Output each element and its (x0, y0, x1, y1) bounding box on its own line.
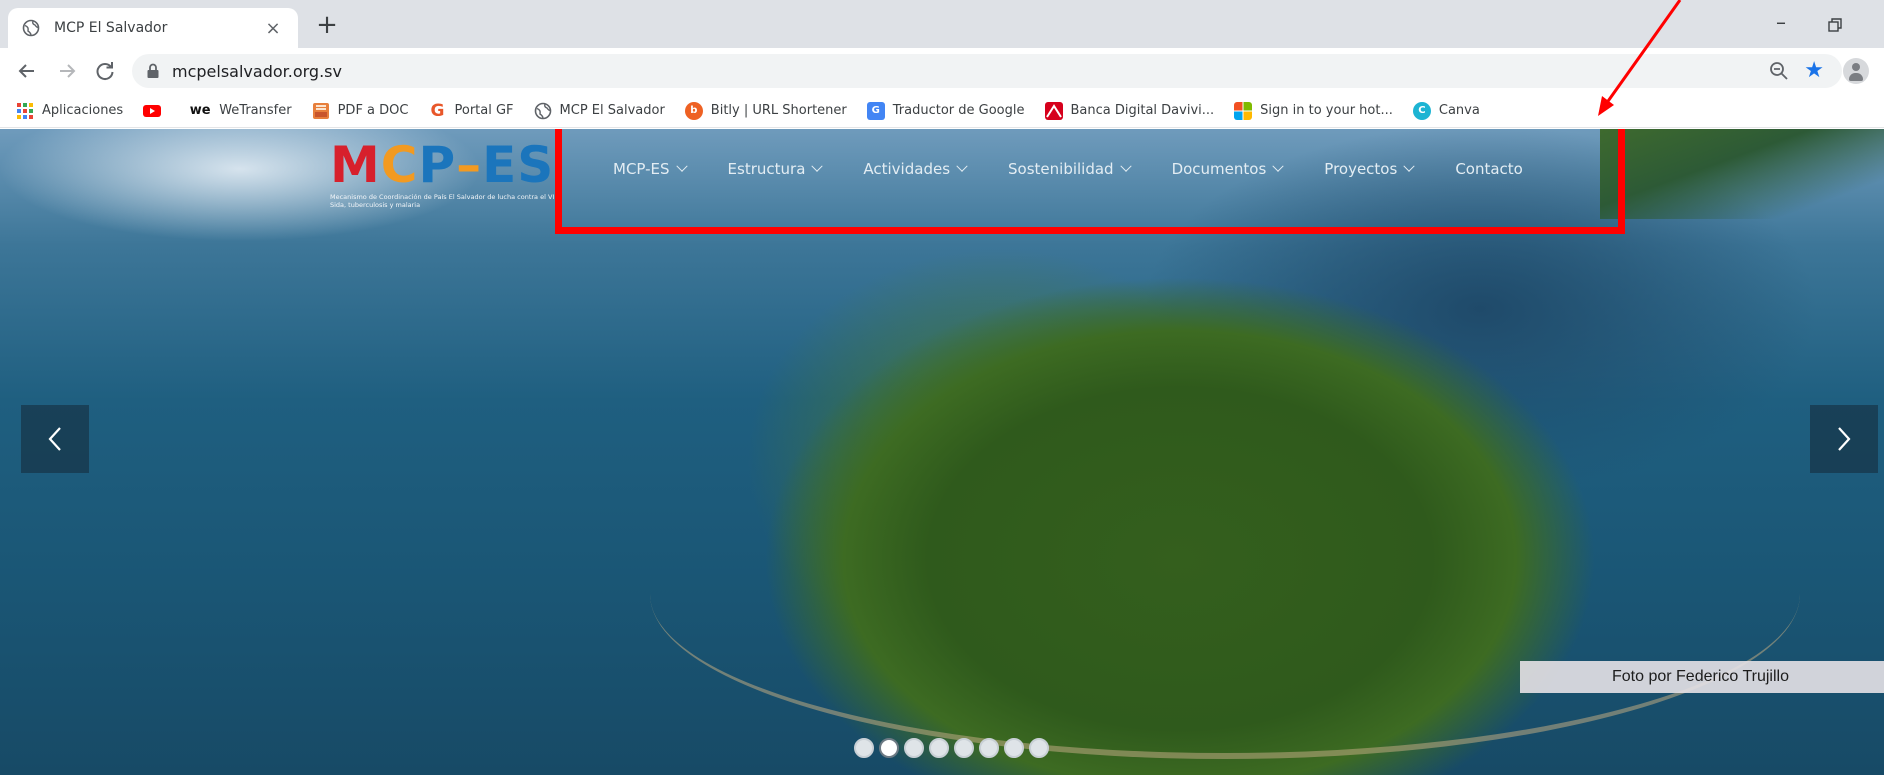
browser-tab[interactable]: MCP El Salvador × (8, 8, 298, 48)
bookmark-label: Bitly | URL Shortener (710, 103, 847, 118)
bookmark-label: Canva (1438, 103, 1480, 118)
bookmark-youtube[interactable] (143, 102, 169, 120)
bookmark-label: MCP El Salvador (559, 103, 665, 118)
davivienda-icon (1044, 101, 1063, 120)
back-arrow-icon[interactable] (12, 56, 42, 86)
main-navigation: MCP-ES Estructura Actividades Sostenibil… (555, 129, 1625, 209)
nav-item-label: Contacto (1455, 160, 1523, 178)
globe-icon (22, 19, 40, 37)
hero-slider: MCP–ES Mecanismo de Coordinación de País… (0, 129, 1884, 775)
chevron-down-icon (811, 160, 824, 172)
slider-dot[interactable] (929, 738, 949, 758)
bookmark-label: Traductor de Google (892, 103, 1025, 118)
logo-letter-m: M (330, 136, 381, 194)
slider-pagination (854, 738, 1054, 758)
google-translate-icon: G (866, 101, 885, 120)
url-text[interactable]: mcpelsalvador.org.sv (172, 62, 1768, 81)
hero-island-shore (650, 429, 1800, 759)
nav-item-estructura[interactable]: Estructura (727, 160, 824, 178)
bookmark-aplicaciones[interactable]: Aplicaciones (16, 102, 123, 120)
nav-item-contacto[interactable]: Contacto (1455, 160, 1523, 178)
bookmark-bitly[interactable]: b Bitly | URL Shortener (684, 101, 847, 120)
slider-dot[interactable] (979, 738, 999, 758)
nav-item-label: Sostenibilidad (1008, 160, 1114, 178)
profile-avatar-icon[interactable] (1843, 58, 1869, 84)
bookmark-label: Aplicaciones (42, 103, 124, 118)
new-tab-button[interactable]: + (312, 10, 342, 40)
bookmark-label: Sign in to your hot... (1260, 103, 1393, 118)
nav-item-actividades[interactable]: Actividades (863, 160, 968, 178)
bookmark-traductor-de-google[interactable]: G Traductor de Google (866, 101, 1025, 120)
bookmark-pdf-a-doc[interactable]: PDF a DOC (312, 102, 409, 120)
forward-arrow-icon[interactable] (52, 56, 82, 86)
bookmark-wetransfer[interactable]: we WeTransfer (189, 102, 292, 120)
nav-item-documentos[interactable]: Documentos (1171, 160, 1284, 178)
hero-shore (1600, 129, 1884, 219)
bookmark-portal-gf[interactable]: G Portal GF (428, 100, 514, 121)
nav-item-sostenibilidad[interactable]: Sostenibilidad (1008, 160, 1132, 178)
reload-icon[interactable] (90, 56, 120, 86)
slider-dot[interactable] (904, 738, 924, 758)
bookmark-label: WeTransfer (219, 103, 292, 118)
chevron-down-icon (1272, 160, 1284, 172)
slider-dot[interactable] (954, 738, 974, 758)
bookmarks-bar: Aplicaciones we WeTransfer PDF a DOC G P… (0, 94, 1884, 128)
slider-next-button[interactable] (1810, 405, 1878, 473)
youtube-icon (143, 104, 162, 117)
microsoft-icon (1234, 101, 1253, 120)
chevron-down-icon (1403, 160, 1415, 172)
nav-item-proyectos[interactable]: Proyectos (1324, 160, 1415, 178)
slider-dot[interactable] (879, 738, 899, 758)
address-bar[interactable]: mcpelsalvador.org.sv ★ (132, 54, 1842, 88)
bitly-icon: b (684, 101, 703, 120)
nav-item-label: Estructura (727, 160, 806, 178)
bookmark-label: PDF a DOC (337, 103, 409, 118)
bookmark-canva[interactable]: C Canva (1412, 101, 1480, 120)
bookmark-banca-digital[interactable]: Banca Digital Davivi... (1044, 101, 1215, 120)
globe-icon (534, 102, 551, 119)
logo-letter-c: C (380, 136, 419, 194)
apps-grid-icon (17, 102, 33, 119)
tab-close-icon[interactable]: × (262, 18, 284, 39)
minimize-window-icon[interactable]: – (1766, 10, 1796, 40)
tab-title: MCP El Salvador (54, 20, 168, 36)
chevron-down-icon (1119, 160, 1132, 172)
bookmark-mcp-el-salvador[interactable]: MCP El Salvador (534, 102, 665, 120)
bookmark-label: Portal GF (454, 103, 514, 118)
logo-letters-es: ES (482, 136, 555, 194)
nav-item-label: MCP-ES (613, 160, 670, 178)
pdf-doc-icon (312, 102, 329, 119)
slider-prev-button[interactable] (21, 405, 89, 473)
chevron-right-icon (1838, 427, 1851, 451)
nav-item-label: Proyectos (1324, 160, 1398, 178)
portal-gf-icon: G (430, 100, 445, 121)
logo-letter-p: P (418, 136, 457, 194)
slider-dot[interactable] (1029, 738, 1049, 758)
zoom-icon[interactable] (1768, 60, 1790, 82)
chevron-down-icon (956, 160, 968, 172)
restore-window-icon[interactable] (1820, 10, 1850, 40)
chevron-down-icon (675, 160, 688, 172)
bookmark-star-icon[interactable]: ★ (1804, 60, 1824, 82)
slider-dot[interactable] (854, 738, 874, 758)
nav-item-label: Documentos (1171, 160, 1267, 178)
photo-credit-caption: Foto por Federico Trujillo (1520, 661, 1884, 693)
site-logo[interactable]: MCP–ES Mecanismo de Coordinación de País… (330, 137, 559, 211)
nav-item-label: Actividades (863, 160, 951, 178)
chevron-left-icon (48, 427, 61, 451)
bookmark-sign-in[interactable]: Sign in to your hot... (1234, 101, 1393, 120)
logo-wordmark: MCP–ES (330, 137, 554, 193)
browser-toolbar: mcpelsalvador.org.sv ★ (0, 48, 1884, 94)
slider-dot[interactable] (1004, 738, 1024, 758)
lock-icon (147, 63, 159, 78)
wetransfer-icon: we (189, 103, 211, 118)
logo-dash: – (456, 136, 483, 194)
canva-icon: C (1412, 101, 1431, 120)
logo-tagline: Mecanismo de Coordinación de País El Sal… (330, 193, 560, 209)
tab-strip: MCP El Salvador × + – (0, 0, 1884, 48)
nav-item-mcp-es[interactable]: MCP-ES (613, 160, 688, 178)
bookmark-label: Banca Digital Davivi... (1070, 103, 1215, 118)
